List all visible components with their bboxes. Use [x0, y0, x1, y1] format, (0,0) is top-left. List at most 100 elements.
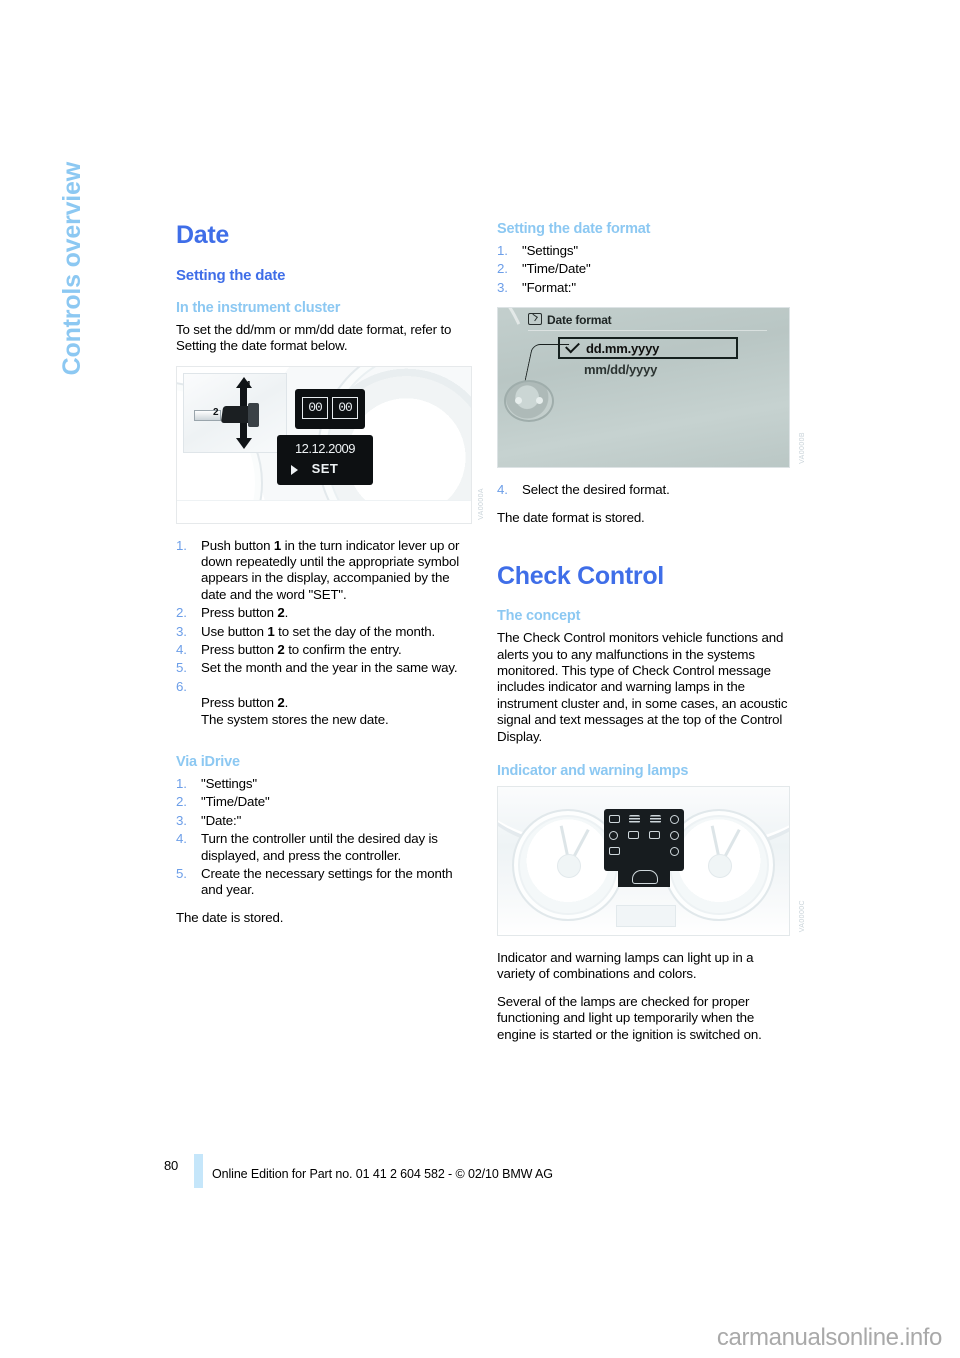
- step-text: Select the desired format.: [522, 482, 670, 498]
- heading-indicator-and-warning-lamps: Indicator and warning lamps: [497, 763, 689, 779]
- step-text-post: to confirm the entry.: [284, 641, 402, 657]
- cluster-base: [177, 499, 471, 523]
- left-column: Date Setting the date In the instrument …: [176, 221, 485, 937]
- list-number: 1.: [176, 775, 187, 791]
- page-title-date: Date: [176, 221, 229, 249]
- lever-cap: [248, 402, 259, 427]
- list-item: 2. "Time/Date": [497, 261, 793, 277]
- airbag-lamp-icon: [670, 846, 679, 856]
- steps-via-idrive: 1. "Settings" 2. "Time/Date" 3. "Date:" 4. T…: [176, 776, 472, 899]
- seatbelt-lamp-panel: [618, 864, 670, 887]
- heading-setting-the-date: Setting the date: [176, 267, 286, 285]
- step-text-pre: Press button: [201, 641, 278, 657]
- screen-arc-right: [718, 308, 789, 468]
- list-number: 4.: [497, 482, 508, 498]
- list-item: 1. "Settings": [176, 776, 472, 792]
- step-text-pre: Press button: [201, 605, 278, 621]
- step-bold: 2: [277, 605, 285, 621]
- idrive-option-other[interactable]: mm/dd/yyyy: [584, 362, 657, 377]
- chapter-side-tab: Controls overview: [58, 162, 86, 376]
- list-number: 1.: [176, 537, 187, 553]
- list-item: 4. Select the desired format.: [497, 482, 793, 498]
- step-bold: 2: [277, 641, 285, 657]
- lamp-row: [609, 830, 679, 840]
- step-text: Turn the controller until the desired da…: [201, 831, 438, 863]
- step-text-post: to set the day of the month.: [274, 623, 436, 639]
- step-text: "Settings": [522, 242, 578, 258]
- idrive-option-selected[interactable]: dd.mm.yyyy: [558, 337, 738, 360]
- callout-label-1: 1: [246, 379, 252, 391]
- heading-the-concept: The concept: [497, 608, 581, 625]
- list-number: 4.: [176, 641, 187, 657]
- oil-pressure-lamp-icon: [609, 830, 618, 840]
- seatbelt-lamp-icon: [632, 869, 658, 884]
- list-item: 4. Press button 2 to confirm the entry.: [176, 642, 472, 658]
- list-number: 5.: [176, 865, 187, 881]
- step-text-pre: Push button: [201, 537, 274, 553]
- footer-edition-text: Online Edition for Part no. 01 41 2 604 …: [212, 1167, 553, 1181]
- abs-lamp-icon: [628, 831, 639, 840]
- step-text-pre: Set the month and the year in the same w…: [201, 660, 458, 676]
- list-item: 5. Create the necessary settings for the …: [176, 866, 472, 899]
- callout-label-2: 2: [213, 406, 219, 418]
- list-item: 5. Set the month and the year in the same…: [176, 660, 472, 676]
- figure-code: VA0000B: [799, 432, 806, 465]
- callout-leader-line: [523, 344, 570, 386]
- step-text: "Date:": [201, 812, 242, 828]
- list-number: 2.: [176, 794, 187, 810]
- manual-page: Controls overview Date Setting the date …: [0, 0, 960, 1358]
- segment-left: 00: [302, 396, 328, 419]
- step-text: "Format:": [522, 279, 576, 295]
- battery-lamp-icon: [609, 815, 620, 824]
- closing-date-stored: The date is stored.: [176, 909, 284, 925]
- warning-lamp-panel: [604, 808, 684, 871]
- brake-lamp-icon: [629, 815, 641, 824]
- paragraph-lamps-1: Indicator and warning lamps can light up…: [497, 949, 754, 982]
- paragraph-the-concept: The Check Control monitors vehicle funct…: [497, 630, 788, 744]
- cluster-date-value: 12.12.2009: [294, 440, 356, 456]
- idrive-screen-title: Date format: [547, 313, 612, 328]
- list-number: 2.: [497, 261, 508, 277]
- figure-warning-lamps-cluster: VA0000C: [497, 785, 806, 936]
- list-item: 3. Use button 1 to set the day of the mon…: [176, 624, 472, 640]
- figure-instrument-cluster-date: 1 2 00 00 12.12.2009 SET VA0000A: [176, 365, 485, 524]
- cluster-date-display: 12.12.2009 SET: [277, 434, 373, 485]
- settings-screen-icon: [528, 313, 542, 326]
- cluster-info-display: [616, 904, 676, 927]
- paragraph-lamps-2: Several of the lamps are checked for pro…: [497, 993, 762, 1042]
- list-number: 3.: [176, 623, 187, 639]
- idrive-screen-titlebar: Date format: [528, 313, 767, 332]
- cluster-date-illustration: 1 2 00 00 12.12.2009 SET: [176, 365, 472, 524]
- intro-paragraph: To set the dd/mm or mm/dd date format, r…: [176, 321, 452, 354]
- page-title-check-control: Check Control: [497, 561, 664, 590]
- heading-via-idrive: Via iDrive: [176, 753, 240, 770]
- figure-code: VA0000A: [478, 487, 485, 520]
- list-item: 6. Press button 2. The system stores the …: [176, 679, 472, 728]
- step-text: "Settings": [201, 775, 257, 791]
- heading-in-the-instrument-cluster: In the instrument cluster: [176, 299, 341, 316]
- engine-lamp-icon: [669, 814, 679, 824]
- segment-right: 00: [332, 396, 358, 419]
- arrow-down-icon: [236, 437, 252, 449]
- turn-indicator-lever-inset: 1 2: [183, 372, 287, 453]
- step-text-post: .: [284, 605, 289, 621]
- steps-date-format-continued: 4. Select the desired format.: [497, 482, 793, 498]
- list-item: 2. "Time/Date": [176, 794, 472, 810]
- dsc-lamp-icon: [609, 847, 620, 856]
- list-item: 1. "Settings": [497, 243, 793, 259]
- step-bold: 2: [277, 695, 285, 711]
- step-text: "Time/Date": [522, 261, 591, 277]
- page-number: 80: [164, 1158, 179, 1173]
- list-number: 3.: [497, 279, 508, 295]
- glowplug-lamp-icon: [649, 815, 661, 824]
- step-bold: 1: [267, 623, 275, 639]
- list-number: 2.: [176, 605, 187, 621]
- list-number: 5.: [176, 660, 187, 676]
- step-text: "Time/Date": [201, 794, 270, 810]
- figure-code: VA0000C: [799, 899, 806, 932]
- step-text-pre: Press button: [201, 695, 278, 711]
- list-item: 4. Turn the controller until the desired …: [176, 831, 472, 864]
- list-number: 4.: [176, 831, 187, 847]
- idrive-screen-illustration: Date format dd.mm.yyyy mm/dd/yyyy: [497, 307, 790, 469]
- headlight-lamp-icon: [649, 831, 660, 840]
